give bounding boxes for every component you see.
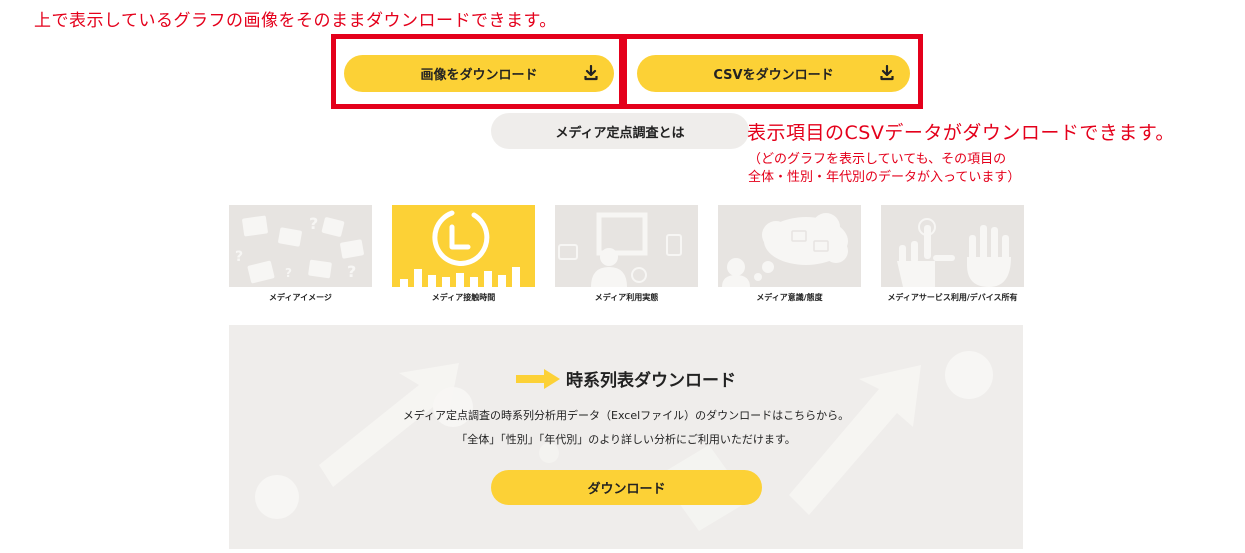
svg-text:?: ?	[235, 249, 243, 265]
download-image-button[interactable]: 画像をダウンロード	[344, 55, 614, 92]
svg-text:?: ?	[285, 266, 292, 280]
page: 上で表示しているグラフの画像をそのままダウンロードできます。 画像をダウンロード…	[0, 0, 1245, 553]
category-tile-media-attitude[interactable]	[718, 205, 861, 287]
category-label-media-image: メディアイメージ	[269, 293, 332, 302]
download-csv-button[interactable]: CSVをダウンロード	[637, 55, 910, 92]
download-csv-label: CSVをダウンロード	[713, 68, 834, 83]
annotation-csv-note: （どのグラフを表示していても、その項目の 全体・性別・年代別のデータが入っていま…	[748, 151, 1020, 187]
annotation-top: 上で表示しているグラフの画像をそのままダウンロードできます。	[34, 11, 557, 31]
person-screen-icon	[558, 212, 682, 287]
timeseries-description-line2: 「全体」「性別」「年代別」のより詳しい分析にご利用いただけます。	[456, 433, 796, 446]
download-image-label: 画像をダウンロード	[420, 68, 538, 83]
timeseries-panel: 時系列表ダウンロード メディア定点調査の時系列分析用データ（Excelファイル）…	[229, 325, 1023, 549]
annotation-csv-note-line1: （どのグラフを表示していても、その項目の	[748, 152, 1007, 167]
timeseries-title-text: 時系列表ダウンロード	[566, 371, 736, 391]
svg-text:?: ?	[309, 214, 318, 233]
question-cards-icon: ? ? ? ?	[235, 214, 364, 284]
download-icon	[880, 65, 894, 81]
category-tile-media-usage[interactable]	[555, 205, 698, 287]
annotation-csv-title: 表示項目のCSVデータがダウンロードできます。	[747, 122, 1175, 144]
about-survey-label: メディア定点調査とは	[555, 125, 685, 141]
category-tile-media-service[interactable]	[881, 205, 1024, 287]
svg-text:?: ?	[347, 262, 356, 281]
category-tile-media-image[interactable]: ? ? ? ?	[229, 205, 372, 287]
arrow-right-icon	[516, 368, 560, 389]
timeseries-description-line1: メディア定点調査の時系列分析用データ（Excelファイル）のダウンロードはこちら…	[402, 409, 850, 422]
hands-icon	[897, 218, 1011, 287]
download-icon	[584, 65, 598, 81]
category-label-media-service: メディアサービス利用/デバイス所有	[887, 293, 1018, 302]
thought-bubble-icon	[722, 213, 848, 287]
timeseries-title: 時系列表ダウンロード	[229, 366, 1023, 391]
category-label-media-attitude: メディア意識/態度	[756, 293, 823, 302]
category-label-media-usage: メディア利用実態	[594, 293, 659, 302]
timeseries-download-button[interactable]: ダウンロード	[491, 470, 762, 505]
category-tile-media-time[interactable]	[392, 205, 535, 287]
category-label-media-time: メディア接触時間	[431, 293, 496, 302]
about-survey-tab[interactable]: メディア定点調査とは	[491, 113, 749, 149]
annotation-csv-note-line2: 全体・性別・年代別のデータが入っています）	[748, 170, 1021, 185]
timeseries-download-label: ダウンロード	[587, 482, 666, 497]
clock-icon	[400, 210, 520, 287]
